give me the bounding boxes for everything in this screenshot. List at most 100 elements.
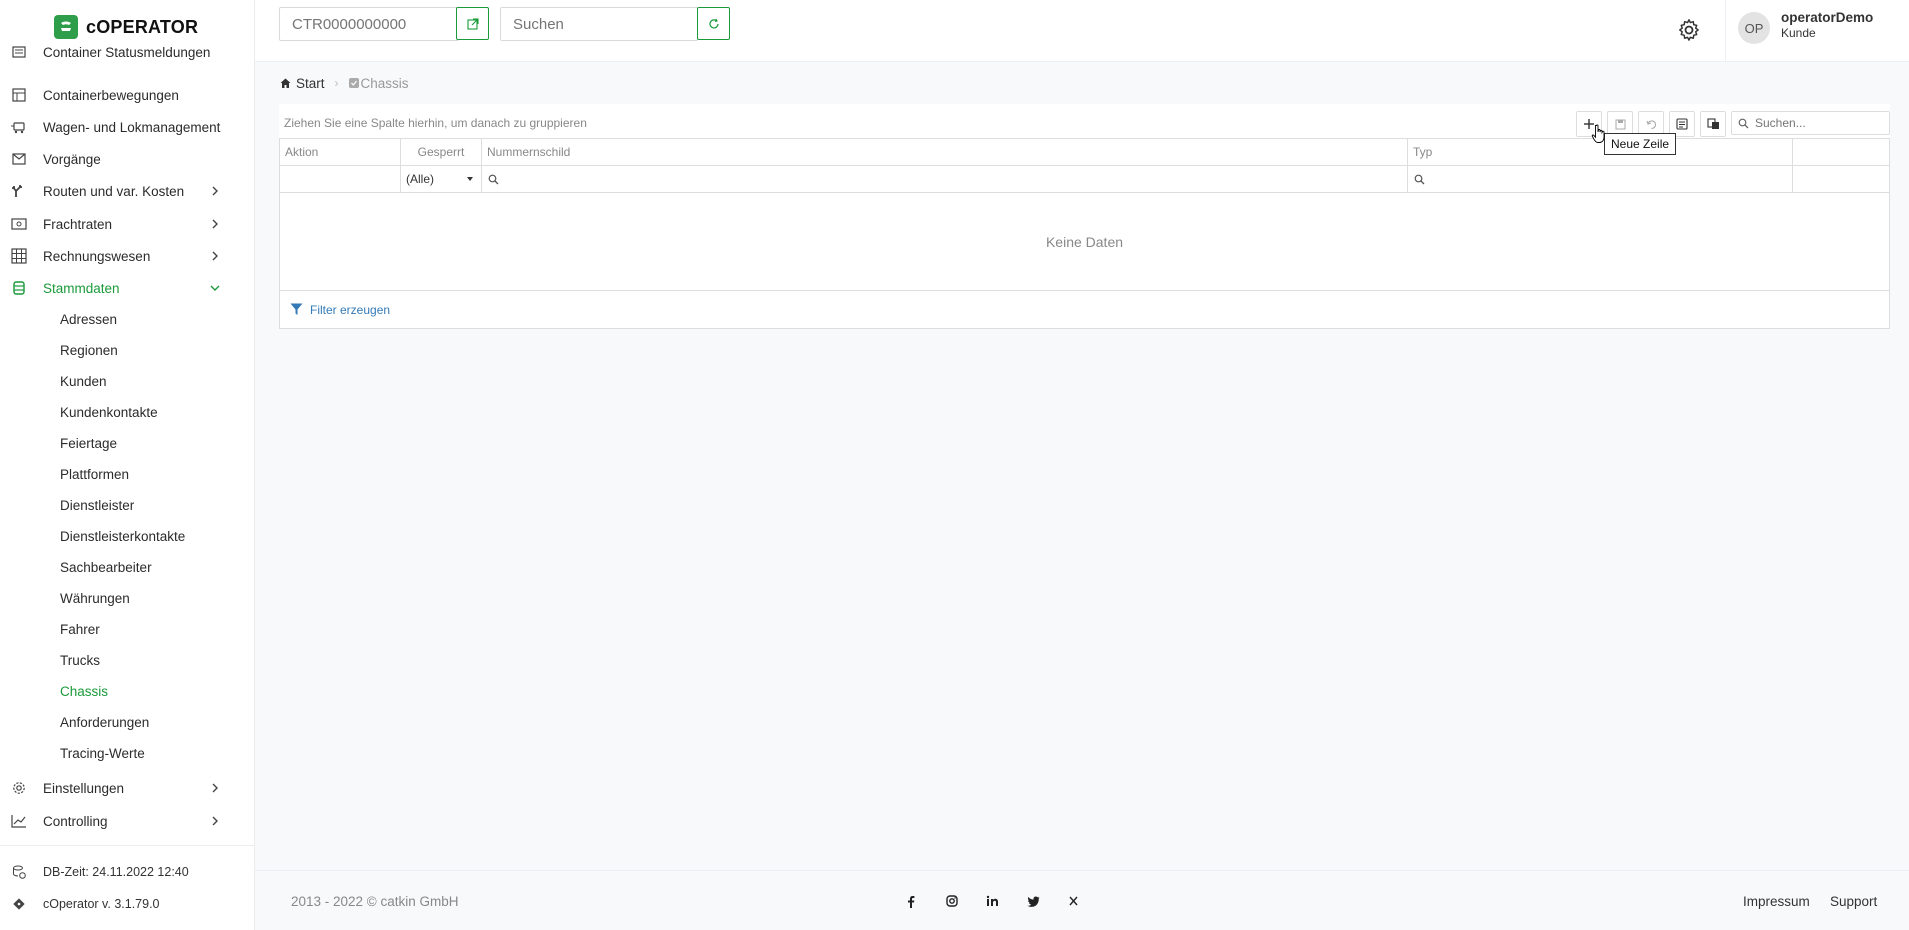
- global-search-field[interactable]: [500, 7, 698, 41]
- gear-icon: [1679, 19, 1699, 41]
- filter-cell-aktion: [280, 166, 401, 192]
- sidebar-item-label: Controlling: [43, 813, 108, 829]
- sidebar-item-label: Vorgänge: [43, 151, 101, 167]
- train-icon: [10, 118, 28, 136]
- add-row-tooltip: Neue Zeile: [1604, 133, 1677, 155]
- sidebar-subitem-chassis[interactable]: Chassis: [60, 684, 108, 699]
- chart-line-icon: [10, 812, 28, 830]
- filter-row: (Alle): [280, 166, 1889, 193]
- settings-button[interactable]: [1675, 16, 1703, 44]
- logo-icon: [54, 15, 78, 39]
- sidebar-subitem-sachbearbeiter[interactable]: Sachbearbeiter: [60, 560, 152, 575]
- twitter-icon[interactable]: [1026, 894, 1040, 908]
- filter-cell-empty: [1793, 166, 1889, 192]
- breadcrumb-home[interactable]: Start: [296, 76, 325, 91]
- impressum-link[interactable]: Impressum: [1743, 894, 1810, 909]
- container-number-input[interactable]: [280, 8, 458, 40]
- chevron-right-icon: [209, 185, 221, 197]
- column-chooser-icon: [1706, 118, 1719, 129]
- sidebar-subitem-plattformen[interactable]: Plattformen: [60, 467, 129, 482]
- create-filter-button[interactable]: Filter erzeugen: [290, 303, 390, 317]
- sidebar-subitem-feiertage[interactable]: Feiertage: [60, 436, 117, 451]
- instagram-icon[interactable]: [945, 894, 959, 908]
- no-data-message: Keine Daten: [280, 193, 1889, 291]
- chevron-right-icon: [209, 815, 221, 827]
- group-hint: Ziehen Sie eine Spalte hierhin, um danac…: [284, 116, 587, 130]
- sidebar-subitem-tracing-werte[interactable]: Tracing-Werte: [60, 746, 145, 761]
- filter-select-gesperrt[interactable]: (Alle): [401, 166, 482, 192]
- sidebar-subitem-kunden[interactable]: Kunden: [60, 374, 107, 389]
- search-icon: [1738, 117, 1750, 129]
- sidebar-item-label: Einstellungen: [43, 780, 125, 796]
- sidebar-item-label: Wagen- und Lokmanagement: [43, 119, 221, 135]
- breadcrumb-current-label: Chassis: [360, 75, 409, 91]
- sidebar-item-container-statusmeldungen[interactable]: Container Statusmeldungen: [0, 38, 255, 66]
- support-link[interactable]: Support: [1830, 894, 1877, 909]
- sidebar-item-containerbewegungen[interactable]: Containerbewegungen: [0, 81, 255, 109]
- filter-input-nummernschild[interactable]: [504, 172, 1244, 186]
- facebook-icon[interactable]: [904, 894, 918, 908]
- undo-icon: [1645, 119, 1656, 129]
- filter-select-value: (Alle): [406, 172, 435, 186]
- breadcrumb-current: Chassis: [348, 75, 409, 91]
- grid-search-input[interactable]: [1755, 116, 1885, 130]
- sidebar-subitem-dienstleisterkontakte[interactable]: Dienstleisterkontakte: [60, 529, 185, 544]
- linkedin-icon[interactable]: [985, 894, 999, 908]
- sidebar-item-label: Routen und var. Kosten: [43, 183, 185, 199]
- column-header-nummernschild[interactable]: Nummernschild: [482, 139, 1408, 165]
- sidebar-subitem-fahrer[interactable]: Fahrer: [60, 622, 100, 637]
- open-container-button[interactable]: [456, 7, 489, 40]
- logo-text: cOPERATOR: [86, 16, 199, 37]
- caret-down-icon: [467, 177, 473, 181]
- sidebar-item-label: Container Statusmeldungen: [43, 44, 211, 60]
- sidebar-item-routen[interactable]: Routen und var. Kosten: [0, 177, 255, 205]
- top-header: OP operatorDemo Kunde: [255, 0, 1909, 62]
- global-search-input[interactable]: [501, 8, 697, 40]
- sidebar-item-stammdaten[interactable]: Stammdaten: [0, 274, 255, 302]
- container-number-field[interactable]: [279, 7, 459, 41]
- user-role: Kunde: [1781, 26, 1816, 40]
- sidebar-item-controlling[interactable]: Controlling: [0, 807, 255, 835]
- user-menu[interactable]: OP operatorDemo Kunde: [1725, 0, 1909, 62]
- main-content: Start › Chassis Ziehen Sie eine Spalte h…: [255, 62, 1909, 870]
- sidebar-item-wagen-lokmanagement[interactable]: Wagen- und Lokmanagement: [0, 113, 255, 141]
- global-search-button[interactable]: [697, 7, 730, 40]
- user-name: operatorDemo: [1781, 10, 1874, 25]
- sidebar-subitem-anforderungen[interactable]: Anforderungen: [60, 715, 149, 730]
- sidebar-subitem-kundenkontakte[interactable]: Kundenkontakte: [60, 405, 158, 420]
- avatar: OP: [1738, 12, 1770, 44]
- xing-icon[interactable]: [1066, 894, 1080, 908]
- checkbox-icon: [348, 78, 359, 88]
- sidebar-item-frachtraten[interactable]: Frachtraten: [0, 210, 255, 238]
- refresh-icon: [708, 18, 719, 28]
- sidebar-subitem-trucks[interactable]: Trucks: [60, 653, 100, 668]
- sidebar-footer: DB-Zeit: 24.11.2022 12:40 cOperator v. 3…: [0, 845, 255, 930]
- route-icon: [10, 182, 28, 200]
- sidebar-item-vorgaenge[interactable]: Vorgänge: [0, 145, 255, 173]
- cash-icon: [10, 215, 28, 233]
- sidebar: cOPERATOR Container Statusmeldungen Cont…: [0, 0, 255, 930]
- column-header-aktion[interactable]: Aktion: [280, 139, 401, 165]
- sidebar-item-label: Frachtraten: [43, 216, 113, 232]
- sidebar-subitem-waehrungen[interactable]: Währungen: [60, 591, 130, 606]
- filter-field-nummernschild[interactable]: [482, 166, 1408, 192]
- sidebar-item-label: Stammdaten: [43, 280, 120, 296]
- sidebar-subitem-regionen[interactable]: Regionen: [60, 343, 118, 358]
- column-chooser-button[interactable]: [1700, 111, 1726, 137]
- grid-search-field[interactable]: [1731, 111, 1890, 135]
- sidebar-subitem-adressen[interactable]: Adressen: [60, 312, 117, 327]
- sidebar-subitem-dienstleister[interactable]: Dienstleister: [60, 498, 134, 513]
- filter-field-typ[interactable]: [1408, 166, 1793, 192]
- app-root: cOPERATOR Container Statusmeldungen Cont…: [0, 0, 1909, 930]
- breadcrumb-separator: ›: [334, 76, 339, 90]
- filter-panel: Filter erzeugen: [280, 291, 1889, 328]
- column-header-gesperrt[interactable]: Gesperrt: [401, 139, 482, 165]
- page-footer: 2013 - 2022 © catkin GmbH Impressum Supp…: [255, 870, 1909, 930]
- logo[interactable]: cOPERATOR: [54, 14, 198, 40]
- create-filter-label: Filter erzeugen: [310, 302, 391, 317]
- save-icon: [1615, 119, 1625, 129]
- sidebar-item-einstellungen[interactable]: Einstellungen: [0, 774, 255, 802]
- app-version: cOperator v. 3.1.79.0: [0, 893, 255, 915]
- filter-input-typ[interactable]: [1430, 172, 1738, 186]
- sidebar-item-rechnungswesen[interactable]: Rechnungswesen: [0, 242, 255, 270]
